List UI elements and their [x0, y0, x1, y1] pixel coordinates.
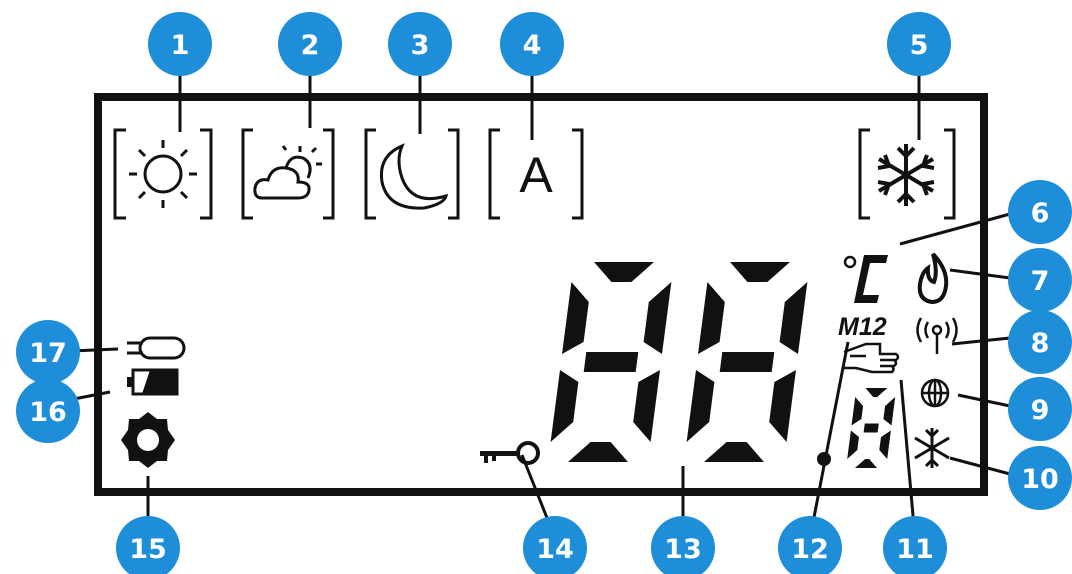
thermostat-display-diagram: A M12 1 2 3 4 567891011121314151617: [16, 12, 1072, 574]
main-digit-1: [550, 262, 672, 462]
digit-segment-g: [719, 352, 775, 372]
digit-segment-c: [879, 430, 891, 459]
wireless-icon: [916, 317, 958, 354]
digit-segment-c: [769, 370, 796, 442]
small-digit: [847, 388, 896, 468]
digit-segment-d: [855, 459, 877, 468]
digit-segment-e: [686, 370, 715, 442]
callout-11: 11: [883, 516, 947, 574]
callout-15: 15: [116, 516, 180, 574]
gear-icon: [121, 412, 175, 468]
moon-icon: [364, 128, 460, 220]
callout-number: 13: [664, 534, 702, 565]
celsius-unit: [843, 255, 888, 303]
callout-number: 1: [171, 30, 190, 61]
decimal-point: [817, 452, 831, 466]
digit-segment-c: [633, 370, 660, 442]
callout-13: 13: [651, 516, 715, 574]
globe-icon: [920, 378, 950, 408]
digit-segment-f: [698, 282, 725, 354]
digit-segment-f: [851, 397, 864, 426]
menu-label: M12: [838, 313, 887, 341]
digit-segment-g: [583, 352, 639, 372]
auto-mode-icon: A: [488, 128, 584, 220]
callout-6: 6: [1008, 180, 1072, 244]
callout-number: 12: [791, 534, 829, 565]
digit-segment-d: [568, 442, 628, 462]
partly-cloudy-icon: [241, 128, 335, 220]
callout-number: 6: [1031, 198, 1050, 229]
battery-icon: [127, 368, 179, 396]
digit-segment-f: [562, 282, 589, 354]
digit-segment-a: [594, 262, 654, 282]
snowflake-icon: [858, 128, 956, 220]
digit-segment-g: [863, 423, 879, 433]
callout-number: 2: [301, 30, 320, 61]
callout-number: 16: [29, 397, 67, 428]
callout-9: 9: [1008, 377, 1072, 441]
frost-icon: [914, 428, 950, 468]
digit-segment-d: [704, 442, 764, 462]
digit-segment-b: [643, 282, 672, 354]
callout-number: 7: [1031, 266, 1050, 297]
digit-segment-e: [550, 370, 579, 442]
hand-icon: [843, 342, 900, 374]
callout-number: 15: [129, 534, 167, 565]
callout-3: 3: [388, 12, 452, 76]
callout-number: 4: [523, 30, 542, 61]
auto-mode-letter: A: [519, 147, 553, 203]
flame-icon: [917, 252, 949, 305]
digit-segment-e: [847, 430, 859, 459]
callout-4: 4: [500, 12, 564, 76]
digit-segment-b: [779, 282, 808, 354]
callout-8: 8: [1008, 310, 1072, 374]
callout-7: 7: [1008, 248, 1072, 312]
sun-icon: [113, 128, 213, 220]
key-icon: [480, 441, 540, 465]
callout-number: 14: [536, 534, 574, 565]
callout-12: 12: [778, 516, 842, 574]
callout-number: 10: [1021, 464, 1059, 495]
callout-16: 16: [16, 379, 80, 443]
callout-number: 9: [1031, 395, 1050, 426]
callout-number: 8: [1031, 328, 1050, 359]
callout-14: 14: [523, 516, 587, 574]
digit-segment-b: [883, 397, 896, 426]
digit-segment-a: [730, 262, 790, 282]
digit-segment-a: [865, 388, 888, 397]
main-digit-2: [686, 262, 808, 462]
callout-number: 17: [29, 338, 67, 369]
callout-5: 5: [887, 12, 951, 76]
callout-10: 10: [1008, 446, 1072, 510]
callout-number: 3: [411, 30, 430, 61]
callout-2: 2: [278, 12, 342, 76]
callout-number: 5: [910, 30, 929, 61]
main-digits: [550, 262, 808, 462]
probe-icon: [127, 336, 186, 360]
callout-1: 1: [148, 12, 212, 76]
callout-17: 17: [16, 320, 80, 384]
decimal-digit: [847, 388, 896, 468]
callout-number: 11: [896, 534, 934, 565]
